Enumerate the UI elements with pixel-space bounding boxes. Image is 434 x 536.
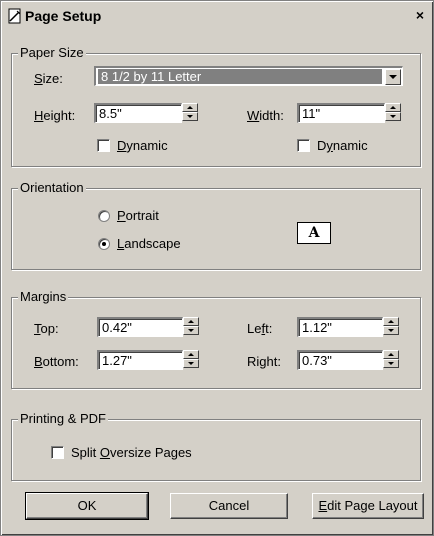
- height-stepper[interactable]: [182, 103, 198, 123]
- spin-down-icon[interactable]: [385, 112, 401, 121]
- spin-up-icon[interactable]: [385, 103, 401, 112]
- right-margin-field[interactable]: 0.73": [297, 350, 383, 370]
- orientation-legend: Orientation: [18, 180, 86, 195]
- spin-down-icon[interactable]: [183, 359, 199, 368]
- chevron-down-icon[interactable]: [385, 69, 401, 85]
- left-margin-stepper[interactable]: [383, 317, 399, 337]
- bottom-margin-stepper[interactable]: [183, 350, 199, 370]
- spin-up-icon[interactable]: [183, 317, 199, 326]
- top-margin-stepper[interactable]: [183, 317, 199, 337]
- spin-up-icon[interactable]: [183, 350, 199, 359]
- edit-page-layout-button[interactable]: Edit Page Layout: [312, 493, 424, 519]
- bottom-margin-field[interactable]: 1.27": [97, 350, 183, 370]
- spin-down-icon[interactable]: [383, 326, 399, 335]
- split-oversize-checkbox[interactable]: [51, 446, 64, 459]
- left-margin-field[interactable]: 1.12": [297, 317, 383, 337]
- height-field[interactable]: 8.5": [94, 103, 182, 123]
- width-dynamic-checkbox[interactable]: [297, 139, 310, 152]
- portrait-radio[interactable]: [98, 210, 110, 222]
- spin-up-icon[interactable]: [182, 103, 198, 112]
- ok-button[interactable]: OK: [25, 492, 149, 520]
- height-dynamic-label[interactable]: Dynamic: [117, 138, 168, 153]
- spin-down-icon[interactable]: [383, 359, 399, 368]
- height-label: Height:: [34, 108, 76, 123]
- portrait-label[interactable]: Portrait: [117, 208, 159, 223]
- spin-up-icon[interactable]: [383, 350, 399, 359]
- paper-size-value: 8 1/2 by 11 Letter: [98, 69, 382, 84]
- width-stepper[interactable]: [385, 103, 401, 123]
- spin-down-icon[interactable]: [182, 112, 198, 121]
- width-label: Width:: [247, 108, 284, 123]
- close-icon[interactable]: ×: [413, 8, 427, 22]
- width-dynamic-label[interactable]: Dynamic: [317, 138, 368, 153]
- width-field[interactable]: 11": [297, 103, 385, 123]
- top-margin-field[interactable]: 0.42": [97, 317, 183, 337]
- top-margin-label: Top:: [34, 321, 59, 336]
- window-title: Page Setup: [25, 8, 102, 24]
- orientation-group: Orientation: [11, 180, 421, 270]
- page-setup-dialog: Page Setup × Paper Size Size: 8 1/2 by 1…: [0, 0, 434, 536]
- paper-size-select[interactable]: 8 1/2 by 11 Letter: [94, 66, 403, 86]
- cancel-button[interactable]: Cancel: [170, 493, 288, 519]
- title-bar[interactable]: Page Setup ×: [3, 3, 431, 29]
- bottom-margin-label: Bottom:: [34, 354, 79, 369]
- spin-down-icon[interactable]: [183, 326, 199, 335]
- spin-up-icon[interactable]: [383, 317, 399, 326]
- paper-size-legend: Paper Size: [18, 45, 86, 60]
- landscape-paper-icon: A: [297, 222, 331, 244]
- margins-legend: Margins: [18, 289, 69, 304]
- landscape-radio[interactable]: [98, 238, 110, 250]
- landscape-label[interactable]: Landscape: [117, 236, 181, 251]
- left-margin-label: Left:: [247, 321, 273, 336]
- split-oversize-label[interactable]: Split Oversize Pages: [71, 445, 192, 460]
- height-dynamic-checkbox[interactable]: [97, 139, 110, 152]
- right-margin-label: Right:: [247, 354, 281, 369]
- page-setup-icon: [7, 8, 23, 24]
- size-label: Size:: [34, 71, 63, 86]
- printing-pdf-legend: Printing & PDF: [18, 411, 108, 426]
- right-margin-stepper[interactable]: [383, 350, 399, 370]
- margins-group: Margins: [11, 289, 421, 389]
